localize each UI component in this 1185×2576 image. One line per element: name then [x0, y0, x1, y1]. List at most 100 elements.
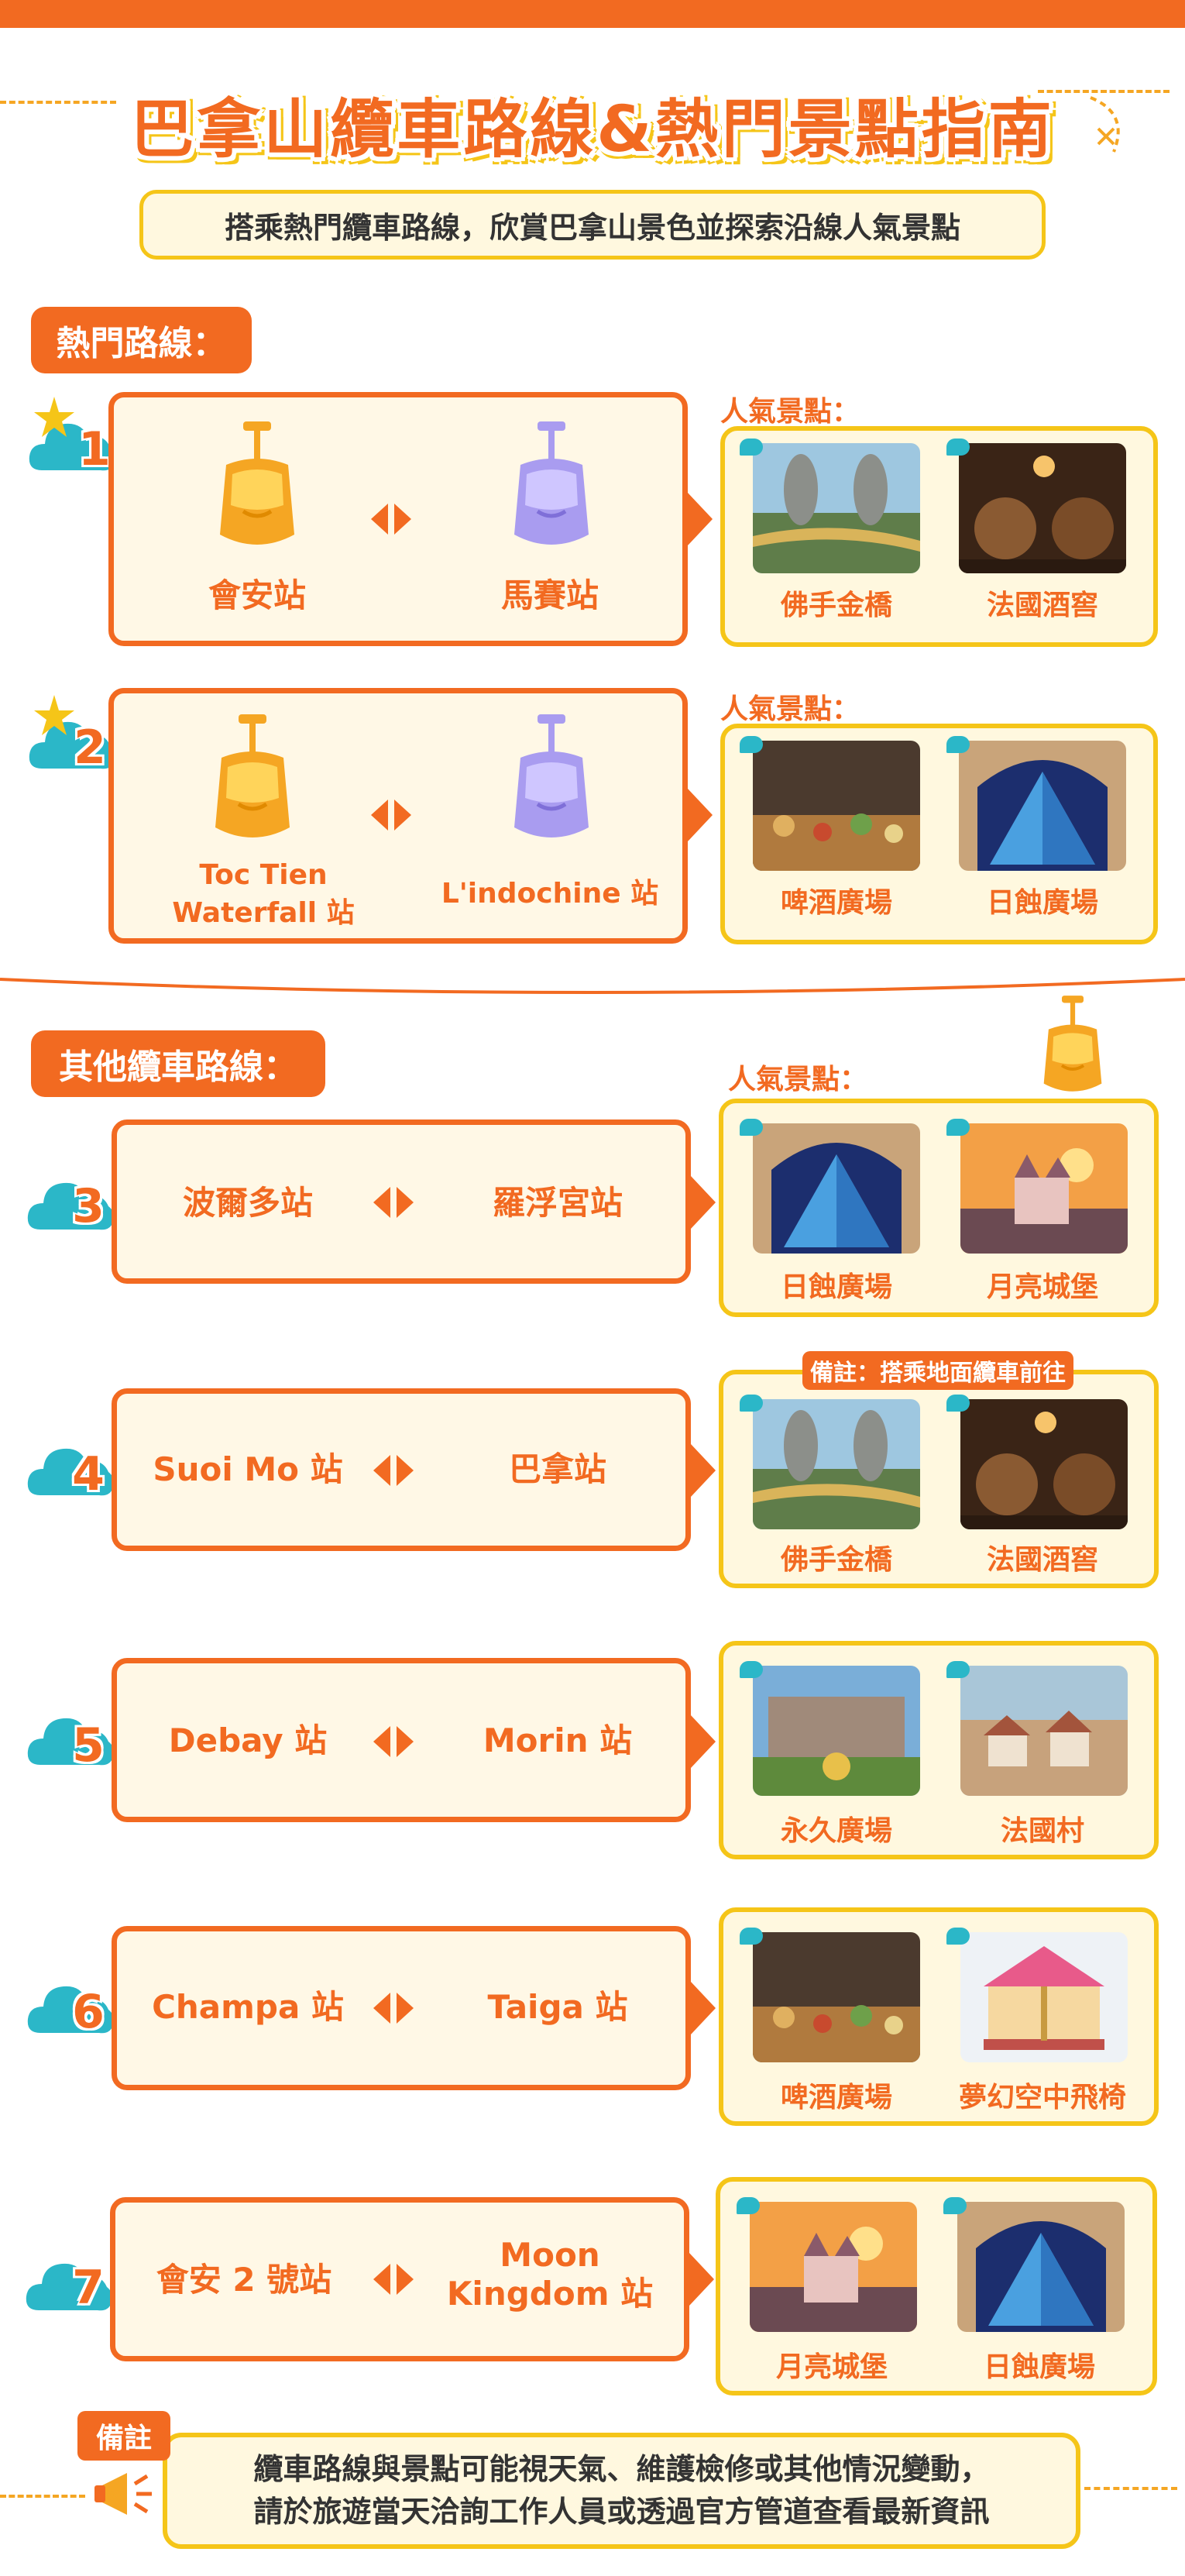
photo-tag-icon: [740, 1661, 763, 1678]
spot-photo: [957, 2202, 1125, 2332]
bidirectional-arrow-icon: [370, 1725, 417, 1759]
footer-note: 纜車路線與景點可能視天氣、維護檢修或其他情況變動， 請於旅遊當天洽詢工作人員或透…: [163, 2433, 1080, 2549]
spot-name: 法國酒窖: [986, 1544, 1098, 1576]
spot-photo: [753, 741, 920, 871]
spot-photo: [959, 443, 1126, 573]
spot-name: 啤酒廣場: [780, 2082, 892, 2113]
spot-photo: [753, 1399, 920, 1529]
station-from: Debay 站: [168, 1721, 328, 1759]
station-from: Suoi Mo 站: [153, 1450, 343, 1488]
photo-tag-icon: [740, 736, 763, 753]
bidirectional-arrow-icon: [370, 1991, 417, 2025]
spot-photo: [753, 1123, 920, 1254]
spot-photo: [753, 443, 920, 573]
photo-tag-icon: [740, 1928, 763, 1945]
station-from-line1: Toc Tien: [199, 859, 328, 891]
megaphone-icon: [94, 2473, 152, 2515]
spot-photo: [753, 1932, 920, 2062]
station-to: Taiga 站: [487, 1988, 628, 2026]
spot-name: 夢幻空中飛椅: [958, 2082, 1126, 2113]
spot-photo: [960, 1666, 1128, 1796]
route-pointer: [691, 1982, 716, 2034]
spot-photo: [960, 1932, 1128, 2062]
station-to: 巴拿站: [508, 1450, 606, 1488]
station-to-line2: Kingdom 站: [446, 2275, 654, 2313]
station-to: L'indochine 站: [441, 878, 659, 910]
spot-name: 永久廣場: [780, 1815, 892, 1847]
photo-tag-icon: [946, 1119, 970, 1136]
route-number: 5: [72, 1718, 105, 1773]
footer-note-line2: 請於旅遊當天洽詢工作人員或透過官方管道查看最新資訊: [253, 2495, 990, 2529]
gondola-icon: [497, 711, 606, 851]
spot-name: 佛手金橋: [780, 590, 892, 621]
route-pointer: [688, 493, 713, 545]
station-to: Morin 站: [483, 1721, 633, 1759]
popular-spots-heading: 人氣景點：: [728, 1064, 868, 1095]
route-pointer: [689, 2253, 714, 2306]
gondola-icon: [497, 418, 606, 558]
station-from-line2: Waterfall 站: [172, 896, 355, 929]
spot-photo: [753, 1666, 920, 1796]
gondola-icon: [203, 418, 311, 558]
star-icon: [34, 397, 74, 437]
popular-routes-label: 熱門路線：: [31, 307, 252, 373]
photo-tag-icon: [737, 2197, 760, 2214]
bidirectional-arrow-icon: [370, 1185, 417, 1219]
spot-name: 月亮城堡: [986, 1271, 1098, 1303]
spot-name: 日蝕廣場: [983, 2351, 1095, 2383]
spot-name: 啤酒廣場: [780, 887, 892, 919]
station-to: 羅浮宮站: [492, 1184, 623, 1222]
station-from: Champa 站: [152, 1988, 344, 2026]
station-from: 波爾多站: [182, 1184, 313, 1222]
popular-spots-heading: 人氣景點：: [720, 396, 860, 428]
station-to: 馬賽站: [500, 576, 599, 614]
gondola-icon: [198, 711, 307, 851]
photo-tag-icon: [740, 1119, 763, 1136]
cable-divider: [0, 978, 1185, 994]
route-pointer: [691, 1444, 716, 1497]
route-number: 2: [74, 721, 106, 775]
photo-tag-icon: [946, 1395, 970, 1412]
station-from: 會安 2 號站: [156, 2261, 332, 2299]
station-from: 會安站: [208, 576, 306, 614]
station-from: Toc Tien Waterfall 站: [147, 857, 380, 932]
route-pointer: [691, 1176, 716, 1229]
route-pointer: [688, 789, 713, 841]
spot-photo: [960, 1399, 1128, 1529]
station-to: Moon Kingdom 站: [434, 2236, 666, 2314]
photo-tag-icon: [946, 1928, 970, 1945]
photo-tag-icon: [943, 2197, 967, 2214]
spot-name: 法國酒窖: [986, 590, 1098, 621]
route-number: 7: [72, 2261, 105, 2315]
spot-name: 佛手金橋: [780, 1544, 892, 1576]
photo-tag-icon: [946, 1661, 970, 1678]
top-accent-bar: [0, 0, 1185, 28]
route-number: 4: [72, 1447, 105, 1501]
popular-spots-heading: 人氣景點：: [720, 693, 860, 725]
page-title: 巴拿山纜車路線&熱門景點指南: [130, 93, 1055, 167]
bidirectional-arrow-icon: [368, 798, 414, 832]
page-subtitle: 搭乘熱門纜車路線，欣賞巴拿山景色並探索沿線人氣景點: [139, 190, 1046, 260]
gondola-icon: [1030, 993, 1115, 1102]
left-dashed-decoration: [0, 2495, 85, 2498]
route-number: 3: [72, 1179, 105, 1233]
right-dashed-decoration: [1084, 2487, 1177, 2490]
spot-photo: [750, 2202, 917, 2332]
route-pointer: [691, 1715, 716, 1768]
photo-tag-icon: [740, 439, 763, 456]
bidirectional-arrow-icon: [370, 2262, 417, 2296]
spot-name: 日蝕廣場: [986, 887, 1098, 919]
photo-tag-icon: [946, 736, 970, 753]
photo-tag-icon: [946, 439, 970, 456]
route-note-badge: 備註：搭乘地面纜車前往: [802, 1351, 1073, 1390]
station-to-line1: Moon: [500, 2236, 600, 2274]
route-number: 6: [72, 1985, 105, 2039]
spot-name: 月亮城堡: [775, 2351, 888, 2383]
spot-name: 日蝕廣場: [780, 1271, 892, 1303]
spot-photo: [960, 1123, 1128, 1254]
bidirectional-arrow-icon: [368, 502, 414, 536]
bidirectional-arrow-icon: [370, 1453, 417, 1487]
spot-name: 法國村: [1000, 1815, 1084, 1847]
footer-note-line1: 纜車路線與景點可能視天氣、維護檢修或其他情況變動，: [253, 2451, 990, 2486]
footer-note-tag: 備註: [77, 2411, 170, 2461]
